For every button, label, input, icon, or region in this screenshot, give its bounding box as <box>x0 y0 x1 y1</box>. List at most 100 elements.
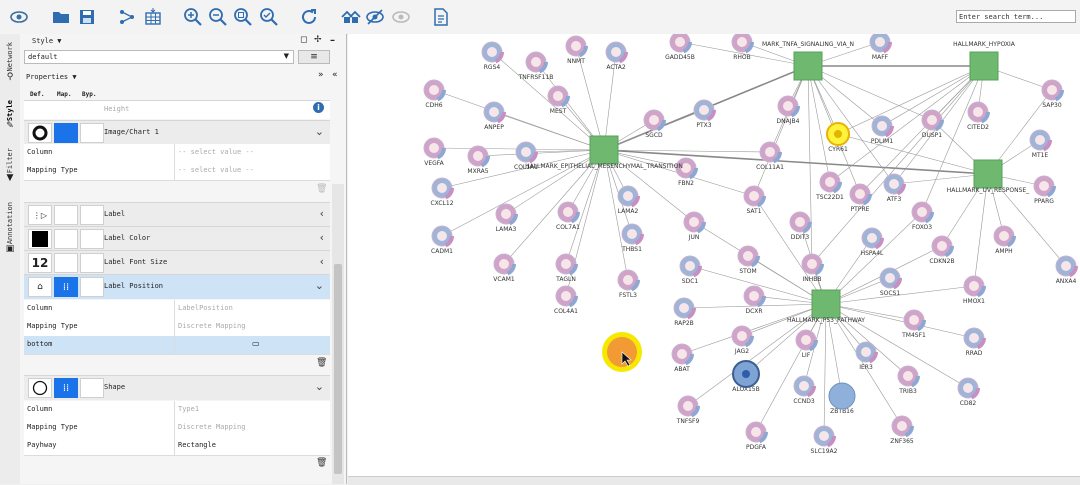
gene-node[interactable]: DUSP1 <box>920 108 944 139</box>
gene-node[interactable]: DCXR <box>742 284 766 315</box>
gene-node[interactable]: RRAD <box>962 326 986 357</box>
gene-node[interactable]: RHOB <box>730 34 754 61</box>
gene-node[interactable]: ANPEP <box>482 100 506 131</box>
gene-node[interactable]: CDKN2B <box>929 234 955 265</box>
collapse-all-icon[interactable]: » <box>318 70 324 80</box>
label-position-bottom-row[interactable]: bottom ▭ <box>24 336 330 355</box>
gene-node[interactable]: ABAT <box>670 342 694 373</box>
gene-node[interactable]: TNFRSF11B <box>518 50 554 81</box>
gene-node[interactable]: SDC1 <box>678 254 702 285</box>
gene-node[interactable]: SLC19A2 <box>811 424 838 455</box>
property-shape[interactable]: ⁞⁞ Shape ⌄ <box>24 375 330 400</box>
import-network-icon[interactable] <box>116 6 138 28</box>
gene-node[interactable]: ACTA2 <box>604 40 628 71</box>
chevron-down-icon[interactable]: ⌄ <box>315 279 324 292</box>
gene-node[interactable]: GADD45B <box>665 34 695 61</box>
zoom-selected-icon[interactable] <box>258 6 280 28</box>
export-document-icon[interactable] <box>430 6 452 28</box>
gene-node[interactable]: COL7A1 <box>556 200 580 231</box>
label-color-bypass[interactable] <box>80 229 104 249</box>
label-font-size-default[interactable]: 12 <box>28 253 52 273</box>
panel-float-icon[interactable]: ◻ <box>300 35 307 45</box>
pathway-hub-node[interactable]: MARK_TNFA_SIGNALING_VIA_N <box>762 41 854 81</box>
property-label-font-size[interactable]: 12 Label Font Size ‹ <box>24 250 330 275</box>
chevron-down-icon[interactable]: ⌄ <box>315 380 324 393</box>
label-position-mapping[interactable]: ⁞⁞ <box>54 277 78 297</box>
save-icon[interactable] <box>76 6 98 28</box>
chevron-left-icon[interactable]: ‹ <box>320 207 324 220</box>
gene-node[interactable]: JUN <box>682 210 706 241</box>
gene-node[interactable]: DNAJB4 <box>776 94 800 125</box>
image-chart-default[interactable] <box>28 123 52 143</box>
gene-node[interactable]: TSC22D1 <box>815 170 844 201</box>
property-label[interactable]: ⋮▷ Label ‹ <box>24 202 330 227</box>
label-bypass[interactable] <box>80 205 104 225</box>
property-height[interactable]: Height i <box>24 100 330 119</box>
gene-node[interactable]: TAGLN <box>554 252 578 283</box>
label-font-size-mapping[interactable] <box>54 253 78 273</box>
label-position-default[interactable]: ⌂ <box>28 277 52 297</box>
label-position-mapping-row[interactable]: Mapping Type Discrete Mapping <box>24 318 330 337</box>
gene-node[interactable]: INHBB <box>800 252 824 283</box>
style-options-button[interactable]: ≡ <box>298 50 330 64</box>
label-position-column-row[interactable]: Column LabelPosition <box>24 300 330 319</box>
grid-value[interactable]: -- select value -- <box>178 166 254 174</box>
gene-node[interactable]: MEST <box>546 84 570 115</box>
gene-node[interactable]: VCAM1 <box>492 252 516 283</box>
zoom-out-icon[interactable] <box>207 6 229 28</box>
trash-icon[interactable]: 🗑 <box>316 184 327 194</box>
gene-node[interactable]: DDIT3 <box>788 210 812 241</box>
zoom-in-icon[interactable] <box>182 6 204 28</box>
zoom-fit-icon[interactable] <box>232 6 254 28</box>
property-label-position[interactable]: ⌂ ⁞⁞ Label Position ⌄ <box>24 274 330 299</box>
shape-payhway-row[interactable]: Payhway Rectangle <box>24 437 330 456</box>
shape-default[interactable] <box>28 378 52 398</box>
trash-icon[interactable]: 🗑 <box>316 358 327 368</box>
grid-value[interactable]: -- select value -- <box>178 148 254 156</box>
gene-node[interactable]: COL11A1 <box>756 140 784 171</box>
gene-node[interactable]: TM4SF1 <box>901 308 926 339</box>
image-chart-mapping[interactable] <box>54 123 78 143</box>
image-chart-mapping-row[interactable]: Mapping Type -- select value -- <box>24 162 330 181</box>
gene-node[interactable]: COL4A1 <box>554 284 578 315</box>
chevron-down-icon[interactable]: ⌄ <box>315 125 324 138</box>
trash-icon[interactable]: 🗑 <box>316 458 327 468</box>
gene-node[interactable]: RGS4 <box>480 40 504 71</box>
gene-node[interactable]: VEGFA <box>422 136 446 167</box>
gene-node[interactable]: CDH6 <box>422 78 446 109</box>
shape-mapping-row[interactable]: Mapping Type Discrete Mapping <box>24 419 330 438</box>
gene-node[interactable]: ATF3 <box>882 172 906 203</box>
style-selector[interactable]: default ▼ <box>24 50 294 64</box>
shape-mapping[interactable]: ⁞⁞ <box>54 378 78 398</box>
chevron-left-icon[interactable]: ‹ <box>320 255 324 268</box>
image-chart-bypass[interactable] <box>80 123 104 143</box>
home-icon[interactable] <box>340 6 362 28</box>
label-default[interactable]: ⋮▷ <box>28 205 52 225</box>
scrollbar-thumb[interactable] <box>334 264 342 474</box>
shape-bypass[interactable] <box>80 378 104 398</box>
refresh-icon[interactable] <box>298 6 320 28</box>
tab-annotation[interactable]: Annotation ▣ <box>2 202 18 254</box>
tab-filter[interactable]: Filter ▼ <box>2 148 18 183</box>
property-image-chart[interactable]: Image/Chart 1 ⌄ <box>24 120 330 145</box>
gene-node[interactable]: PPARG <box>1032 174 1056 205</box>
gene-node[interactable]: MAFF <box>868 34 892 61</box>
tab-style[interactable]: Style ✎ <box>2 100 18 131</box>
gene-node[interactable]: MT1E <box>1028 128 1052 159</box>
search-input[interactable]: Enter search term... <box>956 10 1076 23</box>
gene-node[interactable]: TNFSF9 <box>676 394 700 425</box>
gene-node[interactable]: HMOX1 <box>962 274 986 305</box>
image-chart-column-row[interactable]: Column -- select value -- <box>24 144 330 163</box>
gene-node[interactable]: PDGFA <box>744 420 768 451</box>
gene-node[interactable]: CADM1 <box>430 224 454 255</box>
gene-node[interactable]: AMPH <box>992 224 1016 255</box>
gene-node[interactable]: LAMA3 <box>494 202 518 233</box>
gene-node[interactable]: ANXA4 <box>1054 254 1078 285</box>
gene-node[interactable]: LIF <box>794 328 818 359</box>
show-all-icon[interactable] <box>390 6 412 28</box>
label-mapping[interactable] <box>54 205 78 225</box>
gene-node[interactable]: PDLIM1 <box>870 114 894 145</box>
tab-network[interactable]: Network ⚲ <box>2 42 18 82</box>
gene-node[interactable]: ZNF365 <box>890 414 914 445</box>
grid-value[interactable]: LabelPosition <box>178 304 233 312</box>
